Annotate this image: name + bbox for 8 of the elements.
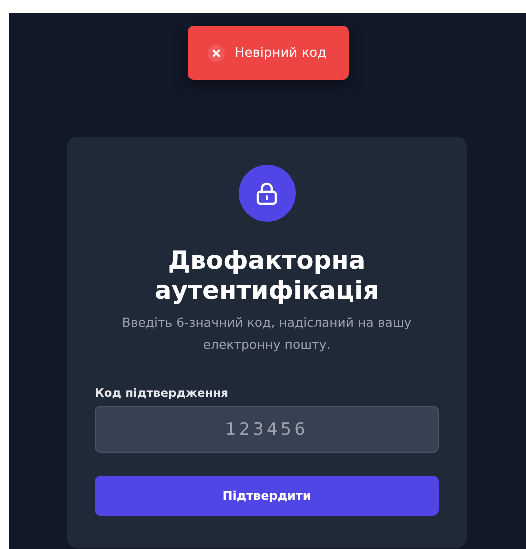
code-input[interactable]: 123456 bbox=[95, 406, 439, 453]
confirm-button[interactable]: Підтвердити bbox=[95, 476, 439, 516]
instruction-text: Введіть 6-значний код, надісланий на вашу електронну пошту. bbox=[121, 314, 413, 354]
lock-icon bbox=[256, 182, 278, 206]
field-label: Код підтвердження bbox=[95, 386, 229, 400]
toast-message: Невірний код bbox=[235, 46, 327, 60]
page-title: Двофакторна аутентифікація bbox=[154, 246, 380, 306]
close-icon bbox=[208, 44, 225, 62]
